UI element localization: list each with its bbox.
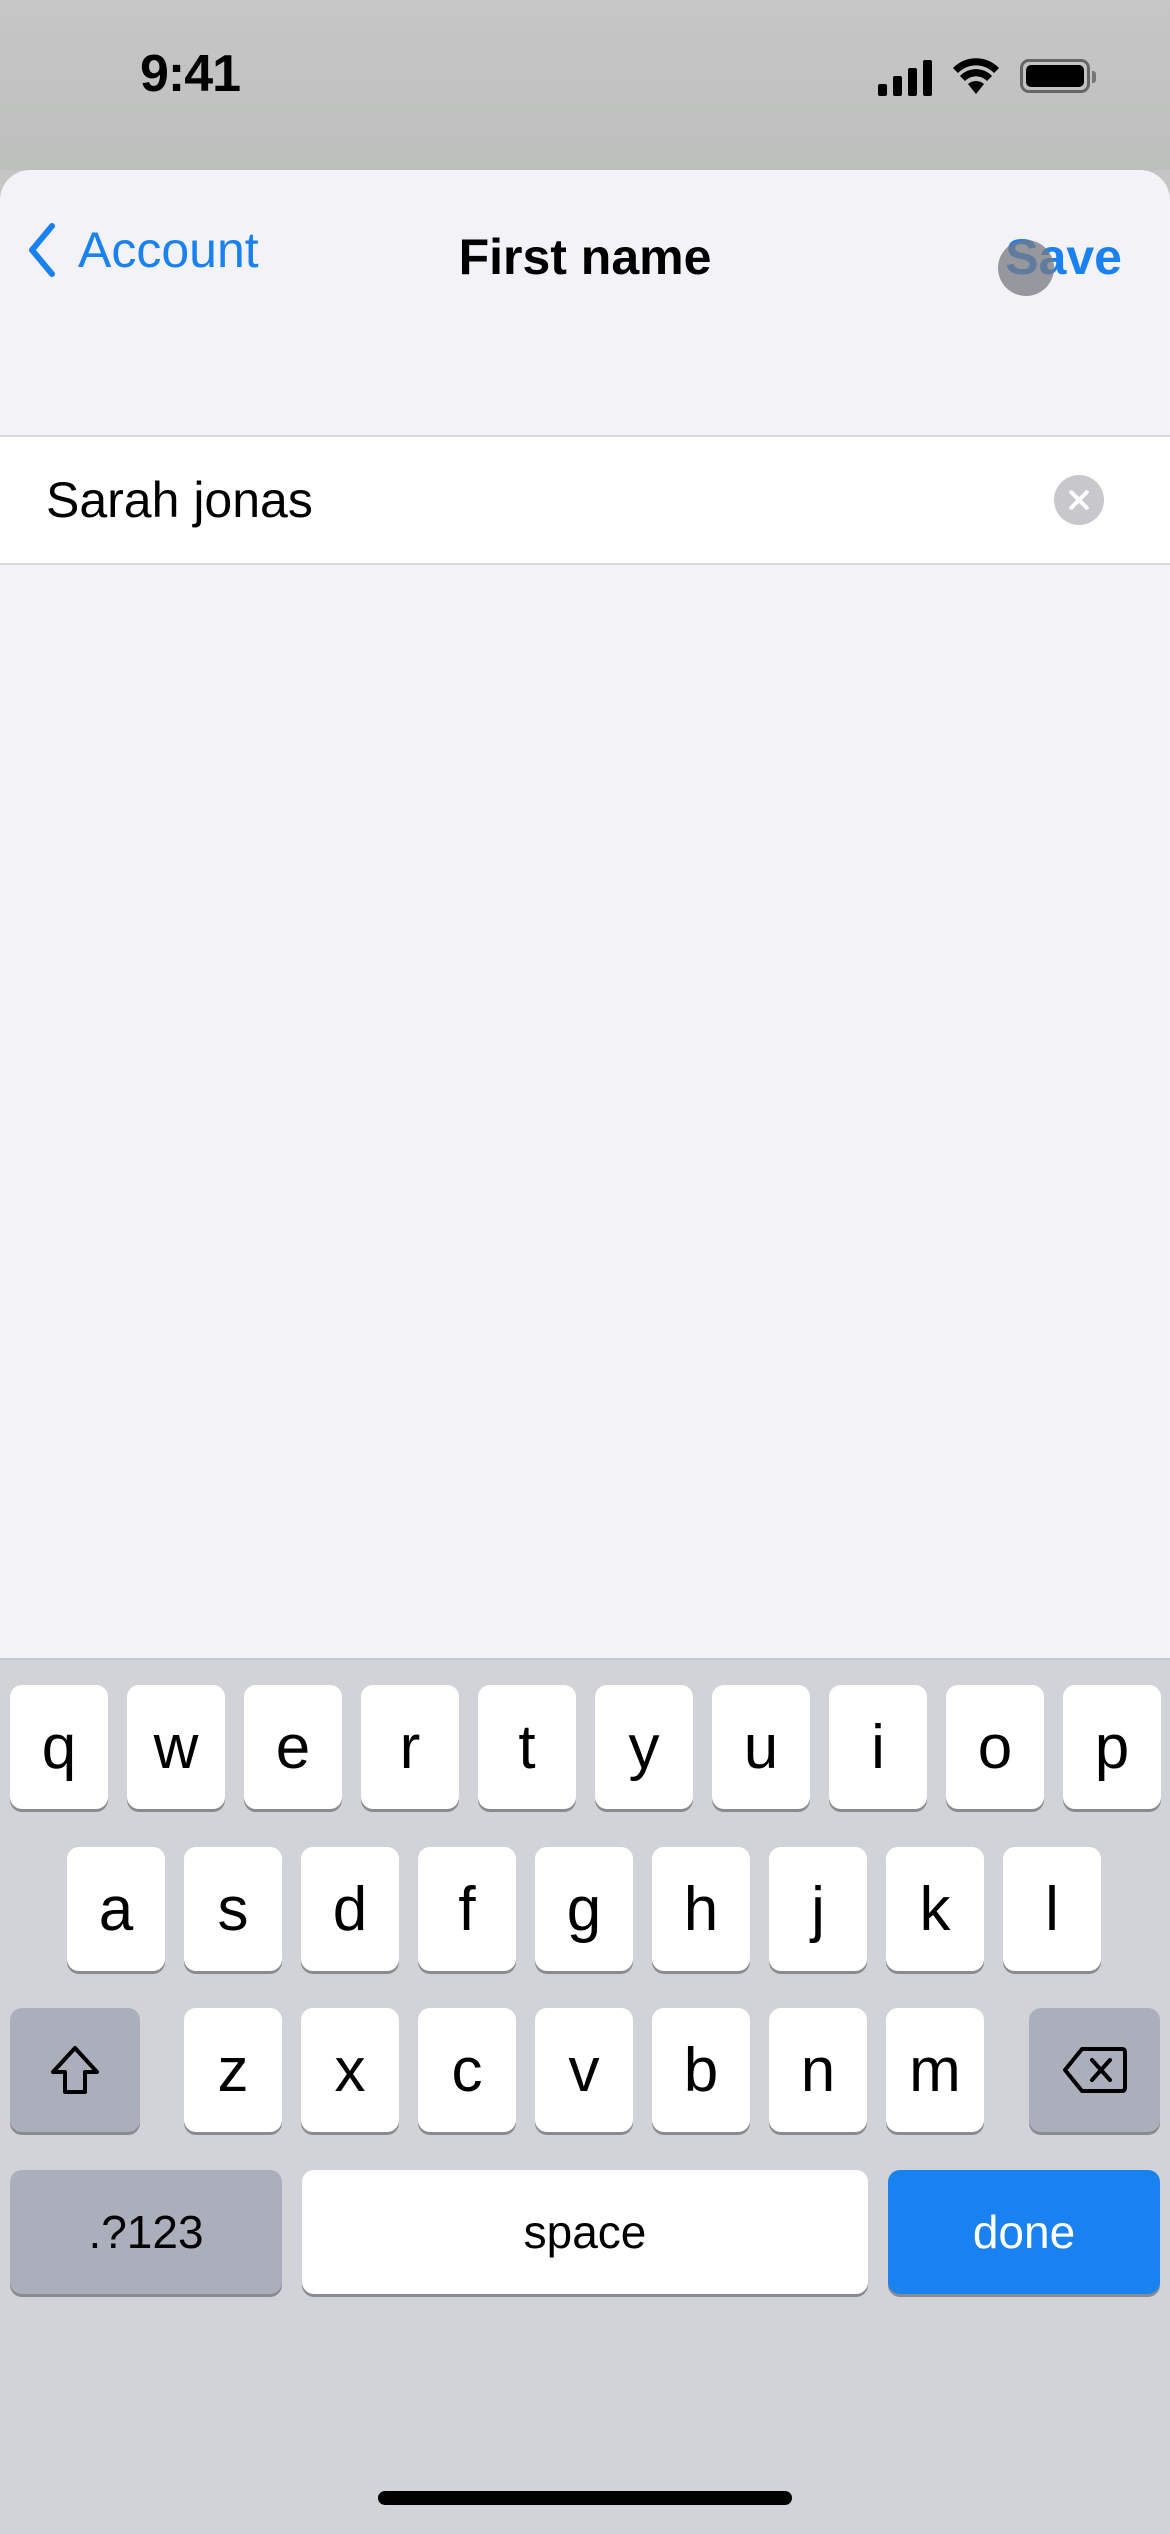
key-t[interactable]: t <box>478 1685 576 1809</box>
key-j[interactable]: j <box>769 1847 867 1971</box>
key-n[interactable]: n <box>769 2008 867 2132</box>
key-u[interactable]: u <box>712 1685 810 1809</box>
key-m[interactable]: m <box>886 2008 984 2132</box>
done-key[interactable]: done <box>888 2170 1160 2294</box>
status-icons <box>878 56 1096 96</box>
key-f[interactable]: f <box>418 1847 516 1971</box>
page-title: First name <box>458 229 712 285</box>
backspace-icon <box>1062 2047 1127 2093</box>
key-z[interactable]: z <box>184 2008 282 2132</box>
cellular-signal-icon <box>878 56 932 96</box>
status-bar: 9:41 <box>0 0 1170 170</box>
shift-key[interactable] <box>10 2008 140 2132</box>
key-x[interactable]: x <box>301 2008 399 2132</box>
touch-indicator <box>998 240 1054 296</box>
key-d[interactable]: d <box>301 1847 399 1971</box>
key-h[interactable]: h <box>652 1847 750 1971</box>
key-s[interactable]: s <box>184 1847 282 1971</box>
key-r[interactable]: r <box>361 1685 459 1809</box>
battery-icon <box>1020 59 1096 93</box>
key-e[interactable]: e <box>244 1685 342 1809</box>
clear-x-icon[interactable] <box>1054 475 1104 525</box>
first-name-input[interactable] <box>46 437 1026 563</box>
keyboard: .?123 space done qwertyuiop asdfghjkl zxcv… <box>0 1658 1170 2534</box>
status-time: 9:41 <box>140 45 241 103</box>
space-key[interactable]: space <box>302 2170 868 2294</box>
key-g[interactable]: g <box>535 1847 633 1971</box>
key-a[interactable]: a <box>67 1847 165 1971</box>
key-o[interactable]: o <box>946 1685 1044 1809</box>
key-l[interactable]: l <box>1003 1847 1101 1971</box>
key-p[interactable]: p <box>1063 1685 1161 1809</box>
key-k[interactable]: k <box>886 1847 984 1971</box>
wifi-icon <box>953 58 999 94</box>
key-c[interactable]: c <box>418 2008 516 2132</box>
numbers-key[interactable]: .?123 <box>10 2170 282 2294</box>
key-b[interactable]: b <box>652 2008 750 2132</box>
key-w[interactable]: w <box>127 1685 225 1809</box>
delete-key[interactable] <box>1029 2008 1160 2132</box>
navigation-bar: Account First name Save <box>0 170 1170 340</box>
shift-arrow-icon <box>51 2046 99 2094</box>
key-q[interactable]: q <box>10 1685 108 1809</box>
edit-sheet: Account First name Save <box>0 170 1170 1660</box>
key-v[interactable]: v <box>535 2008 633 2132</box>
key-i[interactable]: i <box>829 1685 927 1809</box>
home-indicator <box>378 2491 792 2505</box>
key-y[interactable]: y <box>595 1685 693 1809</box>
first-name-field-row <box>0 435 1170 565</box>
